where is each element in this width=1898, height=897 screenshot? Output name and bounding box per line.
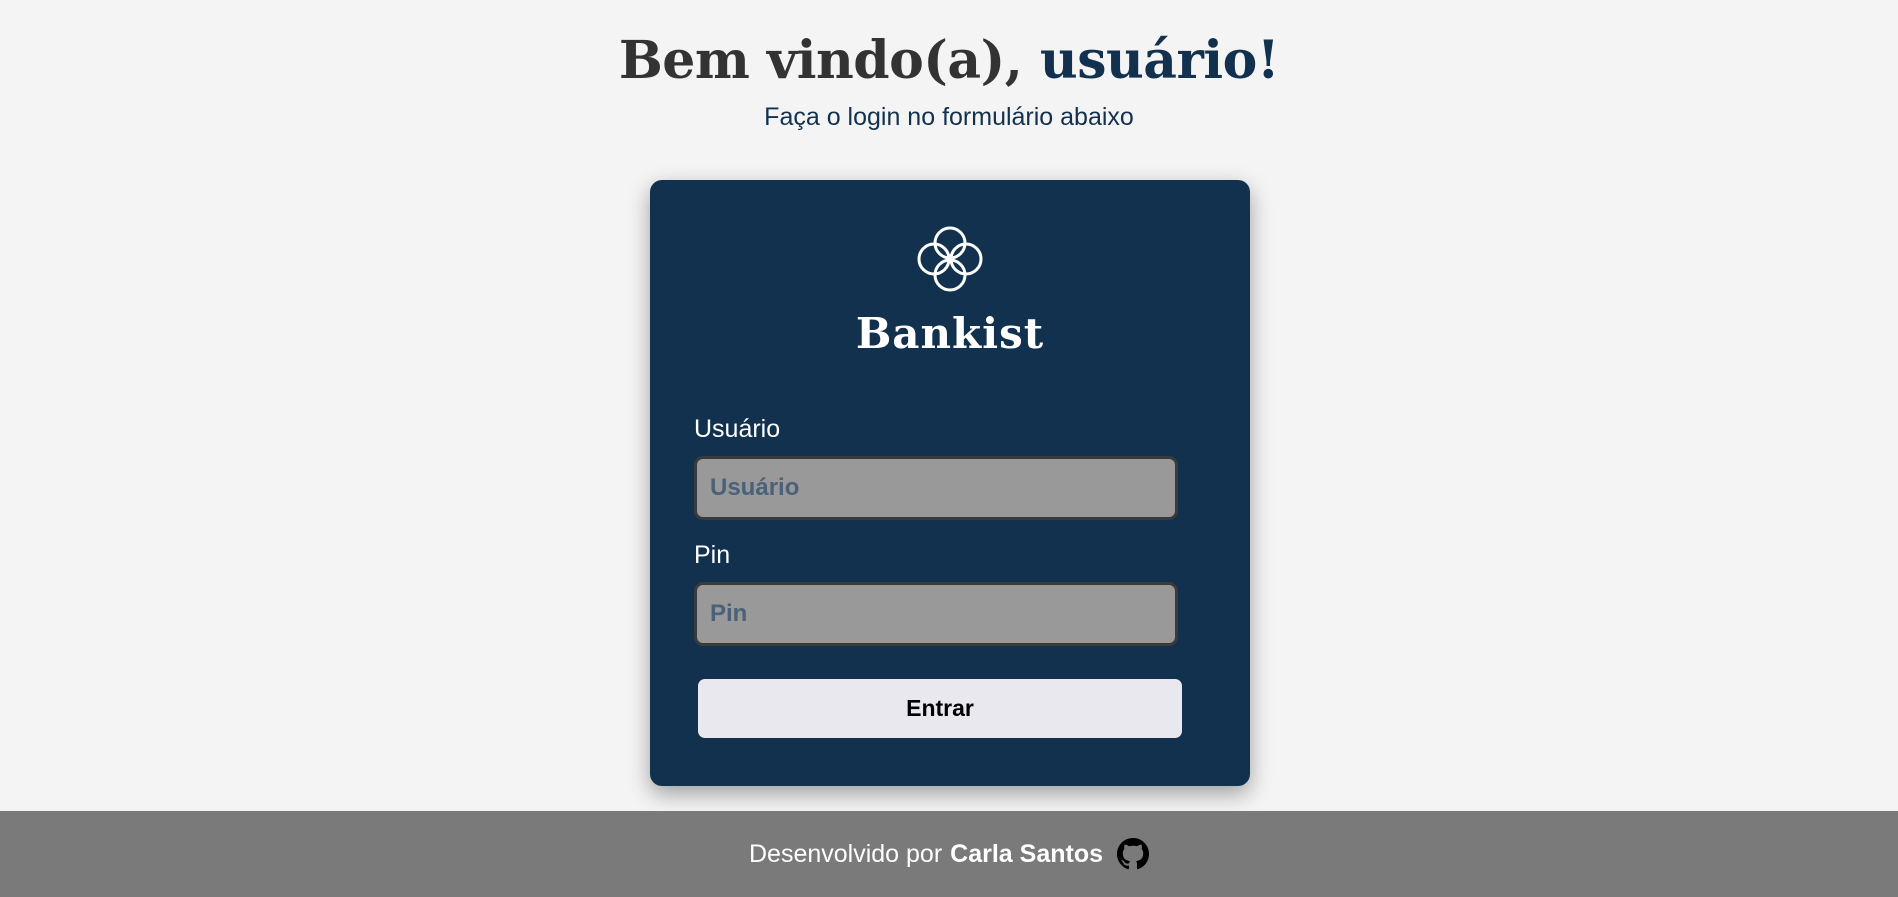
welcome-heading-highlight: usuário! <box>1039 30 1280 91</box>
login-button[interactable]: Entrar <box>698 679 1182 738</box>
footer: Desenvolvido por Carla Santos <box>0 811 1898 897</box>
footer-text: Desenvolvido por <box>748 839 943 868</box>
interlocking-rings-icon <box>917 226 983 292</box>
pin-label: Pin <box>694 541 731 569</box>
username-input[interactable] <box>694 456 1178 520</box>
username-label: Usuário <box>694 415 781 443</box>
brand-name: Bankist <box>855 309 1045 358</box>
welcome-subtitle: Faça o login no formulário abaixo <box>764 103 1134 131</box>
login-card: Bankist Usuário Pin Entrar <box>650 180 1250 786</box>
pin-input[interactable] <box>694 582 1178 646</box>
github-icon[interactable] <box>1117 838 1149 870</box>
login-page: Bem vindo(a), usuário! Faça o login no f… <box>0 0 1898 897</box>
welcome-heading-prefix: Bem vindo(a), <box>618 30 1040 91</box>
welcome-heading: Bem vindo(a), usuário! <box>0 26 1898 96</box>
footer-author: Carla Santos <box>950 839 1103 868</box>
